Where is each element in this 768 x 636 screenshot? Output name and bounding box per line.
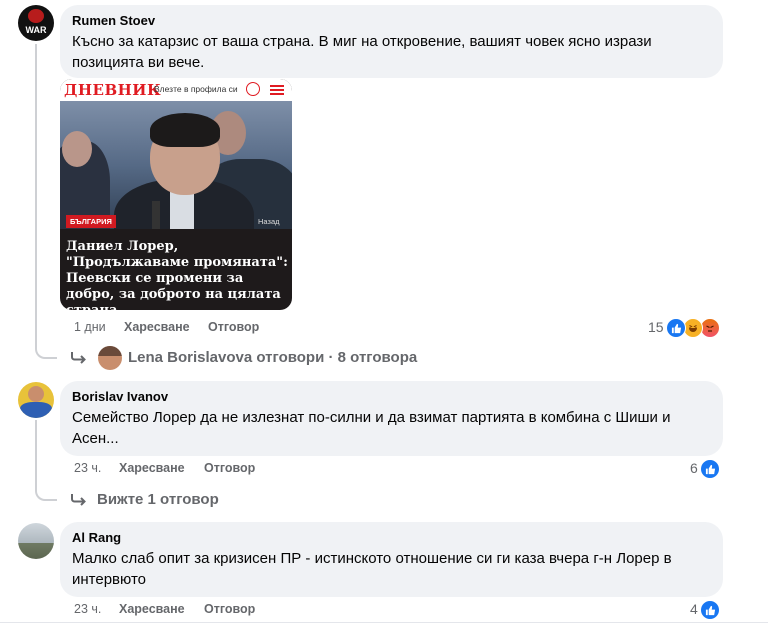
replies-summary-row[interactable]: Lena Borislavova отговори · 8 отговора <box>70 346 450 370</box>
reply-action-text: отговори <box>256 349 325 366</box>
thread-branch <box>35 477 57 501</box>
reply-arrow-icon <box>71 494 86 506</box>
reaction-count[interactable]: 6 <box>690 460 698 476</box>
comment-time[interactable]: 23 ч. <box>74 602 101 616</box>
thread-line <box>35 420 37 482</box>
like-icon <box>700 459 720 479</box>
reply-separator: · <box>328 349 334 366</box>
comment-text: Малко слаб опит за кризисен ПР - истинск… <box>72 550 672 588</box>
comment-author[interactable]: Borislav Ivanov <box>72 389 168 404</box>
comment-bubble: Al Rang Малко слаб опит за кризисен ПР -… <box>60 522 723 597</box>
article-category-badge: БЪЛГАРИЯ <box>66 215 116 228</box>
article-source-logo: ДНЕВНИК <box>64 81 162 99</box>
comment-time[interactable]: 23 ч. <box>74 461 101 475</box>
reply-author: Lena Borislavova <box>128 349 253 366</box>
link-preview-card[interactable]: ДНЕВНИК Влезте в профила си БЪЛГАРИЯ Наз… <box>60 79 292 310</box>
reply-button[interactable]: Отговор <box>208 320 259 334</box>
like-button[interactable]: Харесване <box>124 320 190 334</box>
reply-label: Отговор <box>208 320 260 334</box>
article-photo: БЪЛГАРИЯ Назад <box>60 101 292 229</box>
reply-arrow-icon <box>71 352 86 364</box>
reply-label: Отговор <box>204 461 256 475</box>
like-button[interactable]: Харесване <box>119 461 185 475</box>
reply-button[interactable]: Отговор <box>204 602 255 616</box>
thread-branch <box>35 335 57 359</box>
divider <box>0 622 768 623</box>
avatar[interactable] <box>18 382 54 418</box>
article-headline: Даниел Лорер, "Продължаваме промяната": … <box>66 239 288 310</box>
angry-icon <box>700 318 720 338</box>
comment-author[interactable]: Rumen Stoev <box>72 13 155 28</box>
reply-avatar <box>98 346 122 370</box>
like-icon <box>700 600 720 620</box>
menu-icon <box>270 85 284 95</box>
avatar[interactable] <box>18 523 54 559</box>
avatar[interactable]: WAR <box>18 5 54 41</box>
like-label: Харесване <box>119 461 185 475</box>
article-back-text: Назад <box>258 217 280 226</box>
thread-line <box>35 44 37 340</box>
article-login-text: Влезте в профила си <box>154 84 238 94</box>
like-button[interactable]: Харесване <box>119 602 185 616</box>
avatar-label: WAR <box>25 25 47 35</box>
like-label: Харесване <box>124 320 190 334</box>
haha-icon <box>683 318 703 338</box>
user-icon <box>246 82 260 96</box>
article-header: ДНЕВНИК Влезте в профила си <box>60 79 292 101</box>
view-replies-label: Вижте 1 отговор <box>97 491 219 508</box>
reply-button[interactable]: Отговор <box>204 461 255 475</box>
reply-count: 8 отговора <box>337 349 418 366</box>
comment-time[interactable]: 1 дни <box>74 320 106 334</box>
comment-bubble: Borislav Ivanov Семейство Лорер да не из… <box>60 381 723 456</box>
like-icon <box>666 318 686 338</box>
comment-text: Семейство Лорер да не излезнат по-силни … <box>72 409 671 447</box>
comment-text: Късно за катарзис от ваша страна. В миг … <box>72 33 652 71</box>
reaction-count[interactable]: 4 <box>690 601 698 617</box>
reaction-count[interactable]: 15 <box>648 319 664 335</box>
view-replies-link[interactable]: Вижте 1 отговор <box>70 488 270 512</box>
comment-bubble: Rumen Stoev Късно за катарзис от ваша ст… <box>60 5 723 78</box>
reply-label: Отговор <box>204 602 256 616</box>
like-label: Харесване <box>119 602 185 616</box>
comment-author[interactable]: Al Rang <box>72 530 121 545</box>
